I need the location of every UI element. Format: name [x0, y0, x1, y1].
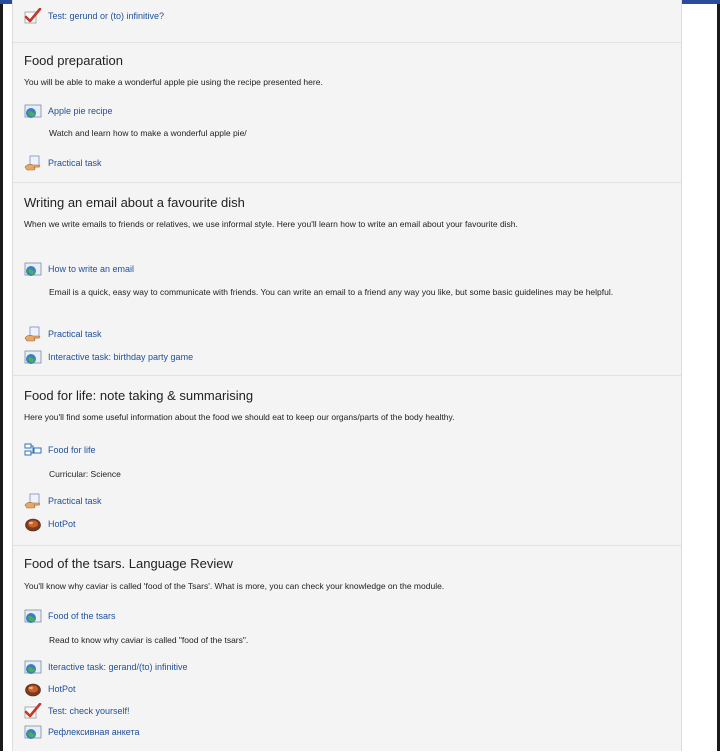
- section-food-for-life: Food for life: note taking & summarising…: [13, 375, 681, 541]
- activity-link[interactable]: Рефлексивная анкета: [48, 727, 140, 737]
- section-title: Food of the tsars. Language Review: [24, 556, 233, 571]
- globe-icon: [24, 725, 42, 739]
- section-description: You will be able to make a wonderful app…: [24, 77, 323, 87]
- activity-food-of-tsars[interactable]: Food of the tsars: [24, 606, 116, 626]
- globe-icon: [24, 104, 42, 118]
- activity-link[interactable]: Test: check yourself!: [48, 706, 130, 716]
- activity-link[interactable]: Practical task: [48, 158, 102, 168]
- section-food-of-tsars: Food of the tsars. Language Review You'l…: [13, 545, 681, 752]
- section-food-preparation: Food preparation You will be able to mak…: [13, 42, 681, 177]
- section-title: Writing an email about a favourite dish: [24, 195, 245, 210]
- activity-link[interactable]: Practical task: [48, 496, 102, 506]
- activity-practical-task[interactable]: Practical task: [24, 491, 102, 511]
- hand-icon: [24, 493, 41, 509]
- activity-link[interactable]: Iteractive task: gerand/(to) infinitive: [48, 662, 188, 672]
- hand-icon: [24, 326, 41, 342]
- activity-link[interactable]: Test: gerund or (to) infinitive?: [48, 11, 164, 21]
- section-title: Food preparation: [24, 53, 124, 68]
- section-description: You'll know why caviar is called 'food o…: [24, 581, 445, 591]
- section-title: Food for life: note taking & summarising: [24, 388, 254, 403]
- activity-link[interactable]: HotPot: [48, 684, 76, 694]
- hand-icon: [24, 155, 41, 171]
- section-description: When we write emails to friends or relat…: [24, 219, 518, 229]
- activity-how-to-write-email[interactable]: How to write an email: [24, 259, 134, 279]
- activity-link[interactable]: Food for life: [48, 445, 96, 455]
- activity-practical-task[interactable]: Practical task: [24, 153, 102, 173]
- hotpot-icon: [25, 683, 41, 697]
- activity-note: Curricular: Science: [49, 469, 121, 479]
- activity-link[interactable]: How to write an email: [48, 264, 134, 274]
- activity-link[interactable]: Food of the tsars: [48, 611, 116, 621]
- activity-link[interactable]: Apple pie recipe: [48, 106, 113, 116]
- section-writing-email: Writing an email about a favourite dish …: [13, 182, 681, 368]
- globe-icon: [24, 262, 42, 276]
- activity-link[interactable]: Interactive task: birthday party game: [48, 352, 193, 362]
- activity-link[interactable]: Practical task: [48, 329, 102, 339]
- course-content: Test: gerund or (to) infinitive? Food pr…: [12, 0, 682, 751]
- activity-birthday-party-game[interactable]: Interactive task: birthday party game: [24, 347, 193, 367]
- globe-icon: [24, 350, 42, 364]
- activity-apple-pie-recipe[interactable]: Apple pie recipe: [24, 101, 113, 121]
- activity-food-for-life[interactable]: Food for life: [24, 440, 96, 460]
- activity-test-gerund[interactable]: Test: gerund or (to) infinitive?: [24, 6, 164, 26]
- activity-link[interactable]: HotPot: [48, 519, 76, 529]
- globe-icon: [24, 609, 42, 623]
- checkmark-icon: [24, 703, 42, 719]
- globe-icon: [24, 660, 42, 674]
- activity-note: Watch and learn how to make a wonderful …: [49, 128, 247, 138]
- activity-test-check-yourself[interactable]: Test: check yourself!: [24, 701, 130, 721]
- activity-practical-task[interactable]: Practical task: [24, 324, 102, 344]
- activity-note: Read to know why caviar is called "food …: [49, 635, 249, 645]
- lesson-icon: [24, 443, 42, 456]
- activity-note: Email is a quick, easy way to communicat…: [49, 287, 614, 297]
- checkmark-icon: [24, 8, 42, 24]
- activity-reflexive-survey[interactable]: Рефлексивная анкета: [24, 722, 140, 742]
- hotpot-icon: [25, 518, 41, 532]
- section-description: Here you'll find some useful information…: [24, 412, 455, 422]
- activity-hotpot[interactable]: HotPot: [24, 679, 76, 699]
- activity-hotpot[interactable]: HotPot: [24, 514, 76, 534]
- activity-iteractive-task[interactable]: Iteractive task: gerand/(to) infinitive: [24, 657, 188, 677]
